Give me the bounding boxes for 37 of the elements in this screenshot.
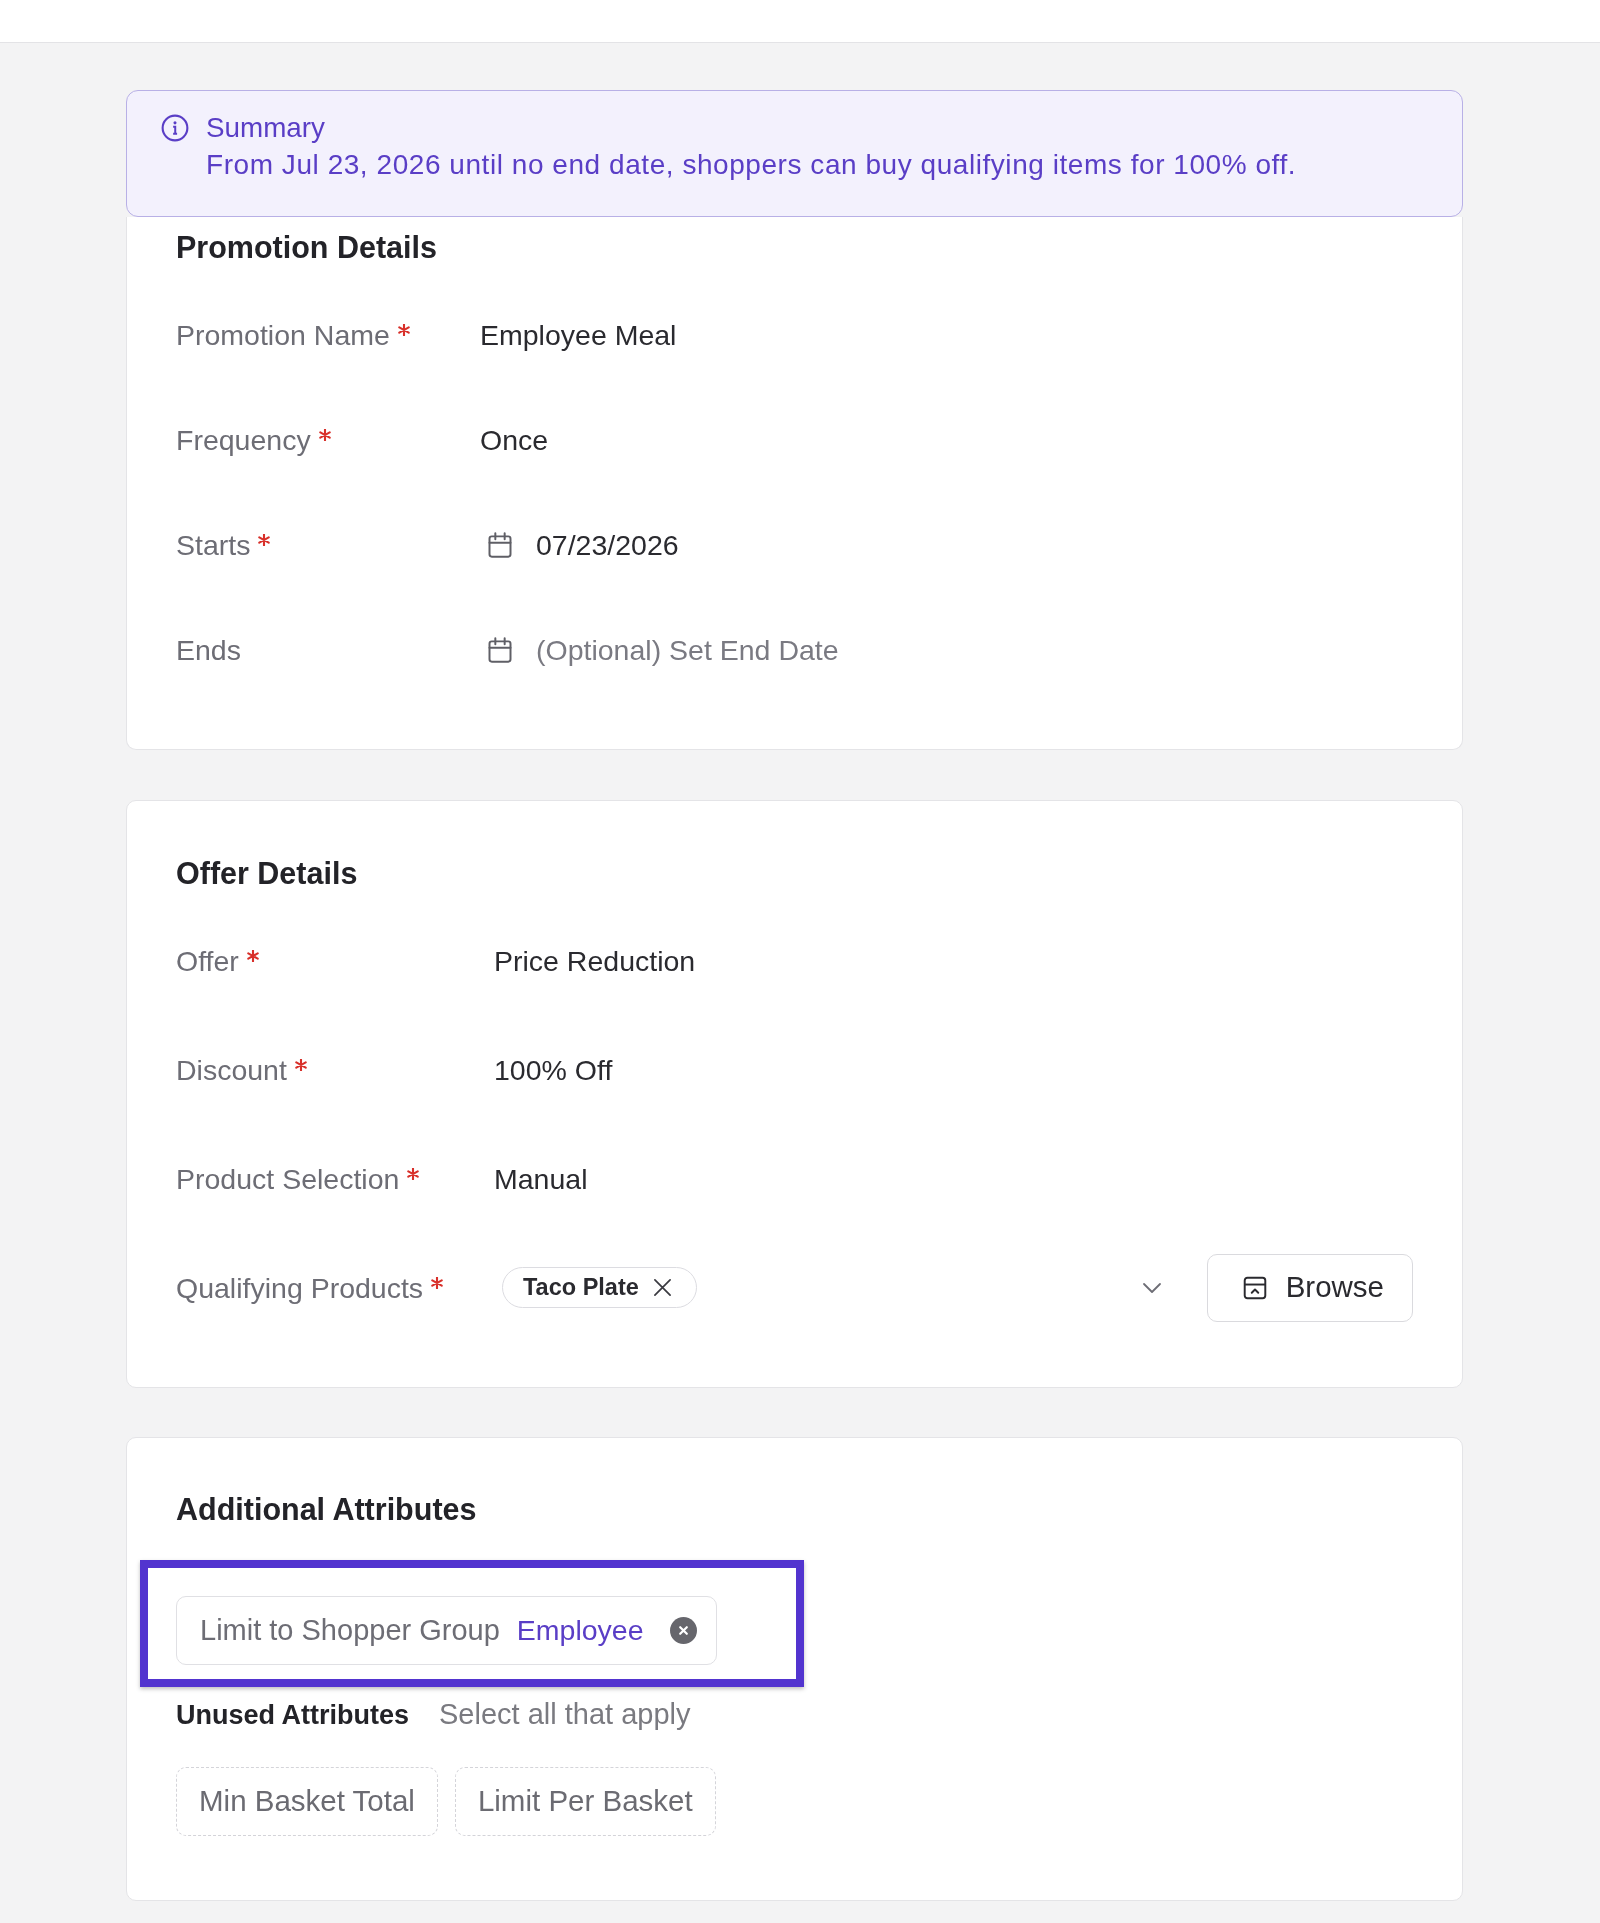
summary-text: From Jul 23, 2026 until no end date, shoppers can buy qualifying items for 100% off. <box>206 148 1297 182</box>
summary-title: Summary <box>206 111 326 145</box>
attribute-name: Limit to Shopper Group <box>200 1612 500 1648</box>
field-value: Once <box>480 422 549 457</box>
field-label: Frequency <box>176 422 311 457</box>
calendar-icon[interactable] <box>486 530 514 559</box>
field-value: Price Reduction <box>494 943 696 978</box>
field-value: Manual <box>494 1161 588 1196</box>
close-icon[interactable] <box>652 1278 672 1297</box>
clear-icon[interactable] <box>669 1617 697 1644</box>
field-label: Starts <box>176 527 251 562</box>
field-label: Offer <box>176 943 239 978</box>
unused-attributes-title: Unused Attributes <box>176 1698 409 1732</box>
section-title: Offer Details <box>176 855 358 891</box>
field-label: Product Selection <box>176 1161 400 1196</box>
field-value: 100% Off <box>494 1052 613 1087</box>
calendar-icon[interactable] <box>486 635 514 664</box>
attribute-button[interactable]: Min Basket Total <box>176 1767 438 1836</box>
attribute-chip[interactable]: Limit to Shopper Group Employee <box>176 1596 717 1665</box>
attribute-value: Employee <box>516 1613 644 1649</box>
info-icon <box>161 114 189 142</box>
field-label: Qualifying Products <box>176 1270 424 1305</box>
field-label: Promotion Name <box>176 317 390 352</box>
browse-button[interactable]: Browse <box>1206 1253 1413 1322</box>
chevron-down-icon[interactable] <box>1141 1281 1162 1294</box>
date-field[interactable]: 07/23/2026 <box>536 527 683 562</box>
field-value: Employee Meal <box>480 317 677 352</box>
panel-icon <box>1241 1274 1268 1301</box>
date-field[interactable]: (Optional) Set End Date <box>536 632 843 667</box>
product-tag[interactable]: Taco Plate <box>502 1267 697 1308</box>
tag-label: Taco Plate <box>523 1272 639 1302</box>
section-title: Additional Attributes <box>176 1491 477 1527</box>
field-label: Ends <box>176 632 241 667</box>
field-label: Discount <box>176 1052 287 1087</box>
attribute-button[interactable]: Limit Per Basket <box>454 1767 716 1836</box>
unused-attributes-hint: Select all that apply <box>439 1697 691 1733</box>
section-title: Promotion Details <box>176 229 437 265</box>
